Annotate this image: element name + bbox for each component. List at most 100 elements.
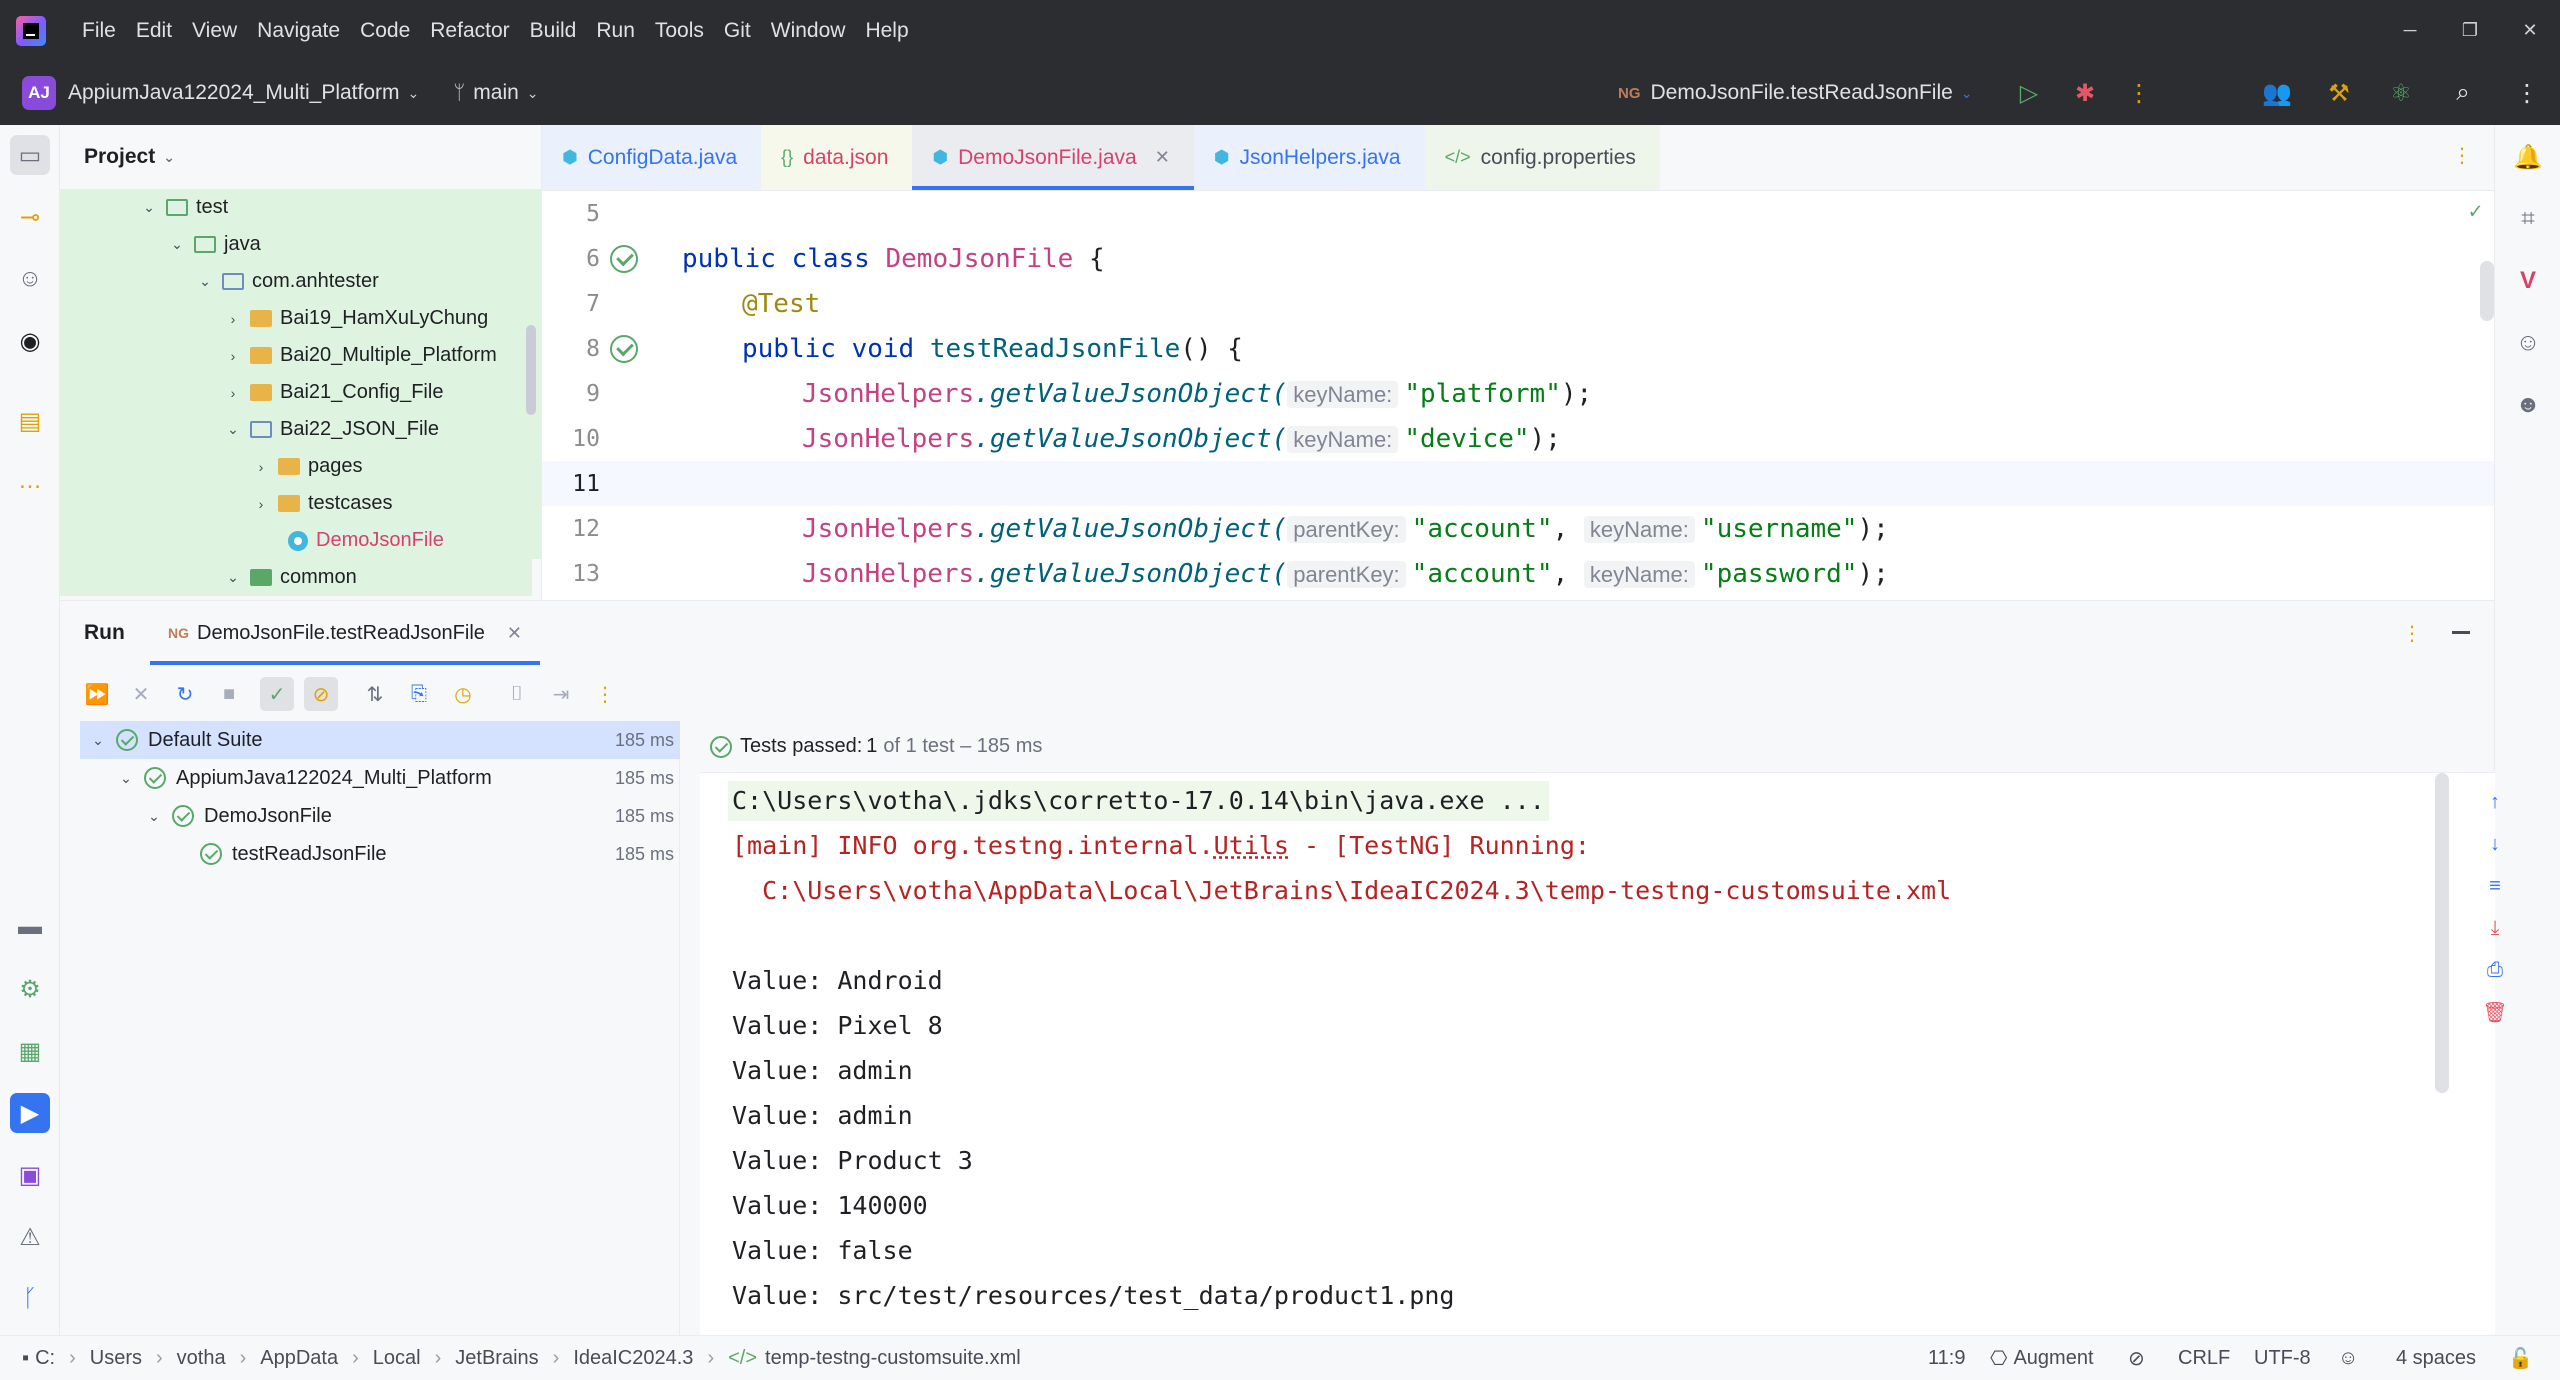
scroll-to-end-icon[interactable]: ⤓ <box>2480 913 2510 943</box>
tree-item-bai20[interactable]: › Bai20_Multiple_Platform <box>60 337 541 374</box>
hide-panel-icon[interactable] <box>2452 631 2470 634</box>
plugins-icon[interactable]: ▦ <box>10 1031 50 1071</box>
tree-item-java[interactable]: ⌄ java <box>60 226 541 263</box>
menu-navigate[interactable]: Navigate <box>257 19 340 43</box>
toggle-auto-test-icon[interactable]: ✕ <box>124 677 158 711</box>
chevron-down-icon[interactable]: ⌄ <box>140 199 158 216</box>
tab-jsonhelpers-java[interactable]: ⬢ JsonHelpers.java <box>1193 125 1425 190</box>
copilot-edits-icon[interactable]: ☻ <box>2508 385 2548 425</box>
chevron-down-icon[interactable]: ⌄ <box>224 421 242 438</box>
tab-config-properties[interactable]: </> config.properties <box>1424 125 1660 190</box>
settings-more-icon[interactable]: ⋮ <box>2512 79 2542 108</box>
git-tool-icon[interactable]: ᚴ <box>10 1279 50 1319</box>
vue-icon[interactable]: V <box>2508 261 2548 301</box>
chevron-down-icon[interactable]: ⌄ <box>224 569 242 586</box>
tree-item-bai22[interactable]: ⌄ Bai22_JSON_File <box>60 411 541 448</box>
more-icon[interactable]: ⋮ <box>588 677 622 711</box>
git-branch-icon[interactable]: ᛘ <box>453 82 465 105</box>
database-tool-icon[interactable]: ▤ <box>10 401 50 441</box>
show-ignored-icon[interactable]: ⊘ <box>304 677 338 711</box>
show-passed-icon[interactable]: ✓ <box>260 677 294 711</box>
test-row[interactable]: ⌄ DemoJsonFile 185 ms <box>80 797 680 835</box>
breadcrumb-item[interactable]: temp-testng-customsuite.xml <box>765 1347 1021 1370</box>
terminal-icon[interactable]: ▣ <box>10 1155 50 1195</box>
run-tab-demojsonfile[interactable]: NG DemoJsonFile.testReadJsonFile ✕ <box>150 601 540 665</box>
tab-configdata-java[interactable]: ⬢ ConfigData.java <box>542 125 762 190</box>
bookmarks-icon[interactable]: ▬ <box>10 907 50 947</box>
test-row[interactable]: ⌄ AppiumJava122024_Multi_Platform 185 ms <box>80 759 680 797</box>
menu-view[interactable]: View <box>192 19 237 43</box>
restore-icon[interactable]: ❐ <box>2440 20 2500 41</box>
run-tool-icon[interactable]: ▶ <box>10 1093 50 1133</box>
chevron-down-icon[interactable]: ⌄ <box>116 770 136 787</box>
breadcrumb-item[interactable]: Users <box>90 1347 142 1370</box>
run-icon[interactable]: ▷ <box>2014 79 2044 108</box>
tree-item-com-anhtester[interactable]: ⌄ com.anhtester <box>60 263 541 300</box>
console-command-line[interactable]: C:\Users\votha\.jdks\corretto-17.0.14\bi… <box>728 781 1549 821</box>
run-test-gutter-icon[interactable] <box>610 334 638 363</box>
clear-all-icon[interactable]: 🗑 <box>2480 997 2510 1027</box>
menu-run[interactable]: Run <box>596 19 635 43</box>
tabs-more-icon[interactable]: ⋮ <box>2452 143 2472 168</box>
debug-icon[interactable]: ✱ <box>2070 79 2100 108</box>
test-row[interactable]: testReadJsonFile 185 ms <box>80 835 680 873</box>
print-icon[interactable]: ⎙ <box>2480 955 2510 985</box>
copilot-status-icon[interactable]: ☺ <box>2338 1336 2358 1380</box>
tree-item-pages[interactable]: › pages <box>60 448 541 485</box>
scroll-up-icon[interactable]: ↑ <box>2480 787 2510 817</box>
more-actions-icon[interactable]: ⋮ <box>2124 79 2154 108</box>
screenshot-icon[interactable]: ⌷ <box>500 677 534 711</box>
chevron-down-icon[interactable]: ⌄ <box>196 273 214 290</box>
breadcrumb-item[interactable]: C: <box>35 1347 55 1370</box>
breadcrumb-item[interactable]: JetBrains <box>455 1347 538 1370</box>
chevron-down-icon[interactable]: ⌄ <box>144 808 164 825</box>
minimize-icon[interactable]: ─ <box>2380 20 2440 41</box>
console-scrollbar[interactable] <box>2435 773 2449 1093</box>
rerun-icon[interactable]: ↻ <box>168 677 202 711</box>
breadcrumb-item[interactable]: IdeaIC2024.3 <box>573 1347 693 1370</box>
tree-item-bai19[interactable]: › Bai19_HamXuLyChung <box>60 300 541 337</box>
tab-demojsonfile-java[interactable]: ⬢ DemoJsonFile.java ✕ <box>912 125 1195 190</box>
history-icon[interactable]: ◷ <box>446 677 480 711</box>
tree-item-testcases[interactable]: › testcases <box>60 485 541 522</box>
project-badge[interactable]: AJ <box>22 76 56 110</box>
menu-tools[interactable]: Tools <box>655 19 704 43</box>
services-gear-icon[interactable]: ⚙ <box>10 969 50 1009</box>
search-icon[interactable]: ⌕ <box>2448 79 2478 107</box>
copilot-tool-icon[interactable]: ☺ <box>10 259 50 299</box>
menu-help[interactable]: Help <box>865 19 908 43</box>
line-separator[interactable]: CRLF <box>2178 1336 2230 1380</box>
problems-icon[interactable]: ⚠ <box>10 1217 50 1257</box>
chevron-right-icon[interactable]: › <box>252 496 270 512</box>
run-configuration-name[interactable]: DemoJsonFile.testReadJsonFile <box>1651 81 1953 105</box>
code-editor[interactable]: ✓ 5 6 public class DemoJsonFile { 7 @Tes… <box>542 191 2494 600</box>
chevron-right-icon[interactable]: › <box>224 385 242 401</box>
chevron-down-icon[interactable]: ⌄ <box>88 732 108 749</box>
chevron-down-icon[interactable]: ⌄ <box>163 149 175 166</box>
caret-position[interactable]: 11:9 <box>1928 1336 1965 1380</box>
close-window-icon[interactable]: ✕ <box>2500 20 2560 41</box>
close-tab-icon[interactable]: ✕ <box>507 623 522 644</box>
project-selector[interactable]: AppiumJava122024_Multi_Platform <box>68 81 400 105</box>
soft-wrap-icon[interactable]: ≡ <box>2480 871 2510 901</box>
tree-item-bai21[interactable]: › Bai21_Config_File <box>60 374 541 411</box>
console-path-line[interactable]: C:\Users\votha\AppData\Local\JetBrains\I… <box>732 871 1951 911</box>
chevron-down-icon[interactable]: ⌄ <box>168 236 186 253</box>
chevron-right-icon[interactable]: › <box>224 311 242 327</box>
rerun-failed-icon[interactable]: ⏩ <box>80 677 114 711</box>
menu-window[interactable]: Window <box>771 19 846 43</box>
project-tool-icon[interactable]: ▭ <box>10 135 50 175</box>
chevron-right-icon[interactable]: › <box>224 348 242 364</box>
file-encoding[interactable]: UTF-8 <box>2254 1336 2311 1380</box>
chevron-down-icon[interactable]: ⌄ <box>408 85 420 102</box>
chevron-down-icon[interactable]: ⌄ <box>527 85 539 102</box>
test-row[interactable]: ⌄ Default Suite 185 ms <box>80 721 680 759</box>
intellij-logo-icon[interactable] <box>16 15 46 46</box>
breadcrumb-item[interactable]: AppData <box>260 1347 338 1370</box>
menu-refactor[interactable]: Refactor <box>430 19 509 43</box>
tree-item-test[interactable]: ⌄ test <box>60 189 541 226</box>
export-icon[interactable]: ⇥ <box>544 677 578 711</box>
build-tools-icon[interactable]: ⚒ <box>2324 79 2354 108</box>
tab-data-json[interactable]: {} data.json <box>761 125 913 190</box>
project-scrollbar[interactable] <box>526 325 536 415</box>
